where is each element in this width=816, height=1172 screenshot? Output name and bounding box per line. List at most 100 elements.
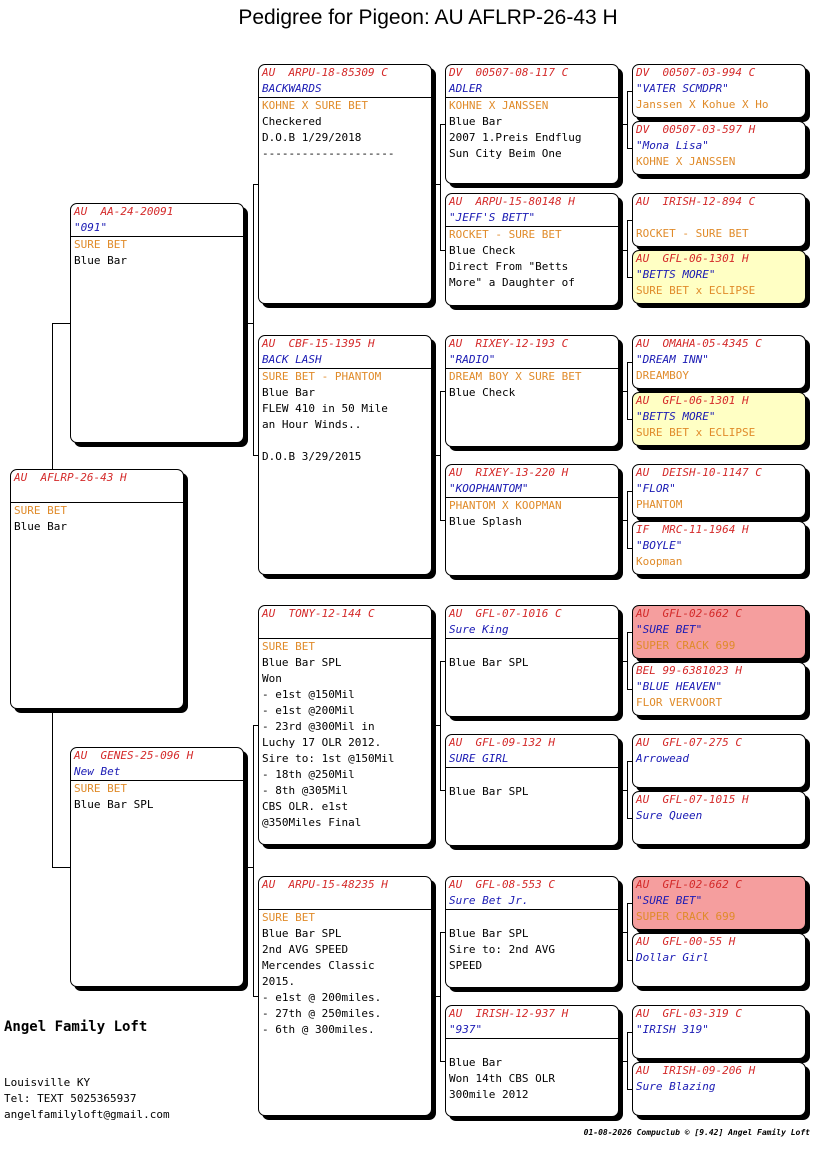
- pedigree-card-sds[interactable]: AU RIXEY-12-193 C "RADIO" DREAM BOY X SURE…: [445, 335, 619, 447]
- band-number: AU GENES-25-096 H: [74, 749, 194, 762]
- pedigree-card-g13[interactable]: AU GFL-02-662 C "SURE BET" SUPER CRACK 699: [632, 876, 806, 930]
- note-line: Blue Bar: [449, 115, 502, 128]
- pedigree-card-g1[interactable]: DV 00507-03-994 C "VATER SCMDPR" Janssen X…: [632, 64, 806, 118]
- note-line: Sun City Beim One: [449, 147, 562, 160]
- pedigree-card-dds[interactable]: AU GFL-08-553 C Sure Bet Jr. Blue Bar SPL S…: [445, 876, 619, 988]
- note-line: Blue Splash: [449, 515, 522, 528]
- band-number: AU AA-24-20091: [74, 205, 174, 218]
- pedigree-card-g15[interactable]: AU GFL-03-319 C "IRISH 319": [632, 1005, 806, 1059]
- pigeon-name: Sure Bet Jr.: [449, 894, 529, 907]
- band-number: AU GFL-07-1016 C: [449, 607, 562, 620]
- band-number: AU GFL-06-1301 H: [636, 252, 749, 265]
- band-number: AU IRISH-09-206 H: [636, 1064, 756, 1077]
- strain-line: PHANTOM X KOOPMAN: [449, 499, 562, 512]
- loft-contact: Louisville KY Tel: TEXT 5025365937 angel…: [4, 1075, 170, 1123]
- connector-line: [623, 520, 627, 521]
- pedigree-card-ds[interactable]: AU TONY-12-144 C SURE BET Blue Bar SPL Won -…: [258, 605, 432, 845]
- pedigree-card-subject[interactable]: AU AFLRP-26-43 H SURE BET Blue Bar: [10, 469, 184, 709]
- pedigree-card-g7[interactable]: AU DEISH-10-1147 C "FLOR" PHANTOM: [632, 464, 806, 518]
- note-line: 300mile 2012: [449, 1088, 529, 1101]
- pedigree-card-g10[interactable]: BEL 99-6381023 H "BLUE HEAVEN" FLOR VERVOO…: [632, 662, 806, 716]
- strain-line: [636, 767, 802, 783]
- note-line: - 23rd @300Mil in: [262, 720, 375, 733]
- pedigree-card-sss[interactable]: DV 00507-08-117 C ADLER KOHNE X JANSSEN Blu…: [445, 64, 619, 184]
- connector-line: [627, 632, 628, 689]
- strain-line: SURE BET x ECLIPSE: [636, 426, 756, 439]
- note-line: Mercendes Classic: [262, 959, 375, 972]
- connector-line: [623, 391, 627, 392]
- pedigree-card-ddd[interactable]: AU IRISH-12-937 H "937" Blue Bar Won 14th C…: [445, 1005, 619, 1117]
- band-number: AU RIXEY-12-193 C: [449, 337, 569, 350]
- strain-line: Janssen X Kohue X Ho: [636, 98, 769, 111]
- pedigree-card-g3[interactable]: AU IRISH-12-894 C ROCKET - SURE BET: [632, 193, 806, 247]
- pigeon-name: "BLUE HEAVEN": [636, 680, 723, 693]
- print-stamp: 01-08-2026 Compuclub © [9.42] Angel Fami…: [583, 1128, 810, 1137]
- pigeon-name: "DREAM INN": [636, 353, 709, 366]
- pedigree-card-dsd[interactable]: AU GFL-09-132 H SURE GIRL Blue Bar SPL: [445, 734, 619, 846]
- connector-line: [52, 323, 70, 324]
- strain-line: [636, 824, 802, 840]
- pigeon-name: [636, 210, 802, 226]
- pedigree-card-dss[interactable]: AU GFL-07-1016 C Sure King Blue Bar SPL: [445, 605, 619, 717]
- connector-line: [627, 491, 628, 548]
- note-line: 2007 1.Preis Endflug: [449, 131, 582, 144]
- note-line: Blue Bar: [14, 520, 67, 533]
- loft-email[interactable]: angelfamilyloft@gmail.com: [4, 1107, 170, 1123]
- pedigree-card-g4[interactable]: AU GFL-06-1301 H "BETTS MORE" SURE BET x E…: [632, 250, 806, 304]
- pedigree-card-g14[interactable]: AU GFL-00-55 H Dollar Girl: [632, 933, 806, 987]
- connector-line: [627, 91, 628, 148]
- note-line: Blue Bar: [449, 1056, 502, 1069]
- note-line: Blue Bar SPL: [449, 785, 529, 798]
- strain-line: PHANTOM: [636, 498, 683, 511]
- pigeon-name: SURE GIRL: [449, 752, 509, 765]
- pedigree-card-g16[interactable]: AU IRISH-09-206 H Sure Blazing: [632, 1062, 806, 1116]
- pedigree-card-g12[interactable]: AU GFL-07-1015 H Sure Queen: [632, 791, 806, 845]
- note-line: D.O.B 3/29/2015: [262, 450, 362, 463]
- note-line: Blue Check: [449, 386, 516, 399]
- pedigree-card-ssd[interactable]: AU ARPU-15-80148 H "JEFF'S BETT" ROCKET - …: [445, 193, 619, 306]
- strain-line: ROCKET - SURE BET: [636, 227, 749, 240]
- connector-line: [623, 932, 627, 933]
- connector-line: [436, 725, 440, 726]
- band-number: AU GFL-02-662 C: [636, 607, 742, 620]
- pigeon-name: Arrowead: [636, 752, 689, 765]
- pedigree-card-g9[interactable]: AU GFL-02-662 C "SURE BET" SUPER CRACK 699: [632, 605, 806, 659]
- strain-line: KOHNE X JANSSEN: [449, 99, 549, 112]
- pedigree-card-dd[interactable]: AU ARPU-15-48235 H SURE BET Blue Bar SPL 2n…: [258, 876, 432, 1116]
- strain-line: KOHNE X JANSSEN: [636, 155, 736, 168]
- pedigree-card-dam[interactable]: AU GENES-25-096 H New Bet SURE BET Blue Bar…: [70, 747, 244, 987]
- pedigree-card-g6[interactable]: AU GFL-06-1301 H "BETTS MORE" SURE BET x E…: [632, 392, 806, 446]
- pedigree-card-ss[interactable]: AU ARPU-18-85309 C BACKWARDS KOHNE X SURE …: [258, 64, 432, 304]
- pedigree-card-g8[interactable]: IF MRC-11-1964 H "BOYLE" Koopman: [632, 521, 806, 575]
- pedigree-card-g11[interactable]: AU GFL-07-275 C Arrowead: [632, 734, 806, 788]
- note-line: Blue Bar SPL: [449, 927, 529, 940]
- pigeon-name: BACK LASH: [262, 353, 322, 366]
- band-number: DV 00507-03-597 H: [636, 123, 756, 136]
- pedigree-card-sd[interactable]: AU CBF-15-1395 H BACK LASH SURE BET - PHAN…: [258, 335, 432, 575]
- connector-line: [253, 725, 254, 996]
- connector-line: [248, 323, 253, 324]
- pedigree-card-sire[interactable]: AU AA-24-20091 "091" SURE BET Blue Bar: [70, 203, 244, 443]
- note-line: - e1st @200Mil: [262, 704, 355, 717]
- pigeon-name: Sure Blazing: [636, 1080, 716, 1093]
- pigeon-name: "937": [449, 1023, 483, 1036]
- pedigree-card-sdd[interactable]: AU RIXEY-13-220 H "KOOPHANTOM" PHANTOM X K…: [445, 464, 619, 576]
- connector-line: [623, 1061, 627, 1062]
- note-line: D.O.B 1/29/2018: [262, 131, 362, 144]
- strain-line: DREAM BOY X SURE BET: [449, 370, 582, 383]
- connector-line: [623, 124, 627, 125]
- note-line: SPEED: [449, 959, 483, 972]
- strain-line: SUPER CRACK 699: [636, 639, 736, 652]
- note-line: Checkered: [262, 115, 322, 128]
- band-number: AU CBF-15-1395 H: [262, 337, 375, 350]
- pedigree-card-g5[interactable]: AU OMAHA-05-4345 C "DREAM INN" DREAMBOY: [632, 335, 806, 389]
- strain-line: FLOR VERVOORT: [636, 696, 723, 709]
- band-number: BEL 99-6381023 H: [636, 664, 742, 677]
- note-line: an Hour Winds..: [262, 418, 362, 431]
- connector-line: [627, 903, 628, 960]
- band-number: AU GFL-00-55 H: [636, 935, 736, 948]
- pedigree-card-g2[interactable]: DV 00507-03-597 H "Mona Lisa" KOHNE X JANS…: [632, 121, 806, 175]
- pigeon-name: "IRISH 319": [636, 1023, 709, 1036]
- strain-line: Koopman: [636, 555, 683, 568]
- note-line: FLEW 410 in 50 Mile: [262, 402, 388, 415]
